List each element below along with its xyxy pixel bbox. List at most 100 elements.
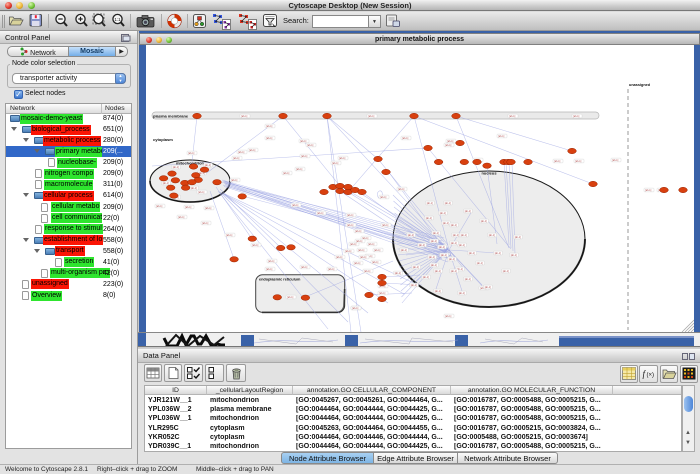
svg-text:[ab-1]: [ab-1] — [163, 182, 169, 185]
svg-text:[ab-1]: [ab-1] — [411, 284, 417, 287]
svg-text:[ab-1]: [ab-1] — [445, 202, 451, 205]
svg-text:[ab-1]: [ab-1] — [433, 232, 439, 235]
svg-text:[ab-1]: [ab-1] — [205, 164, 211, 167]
svg-text:[ab-1]: [ab-1] — [307, 144, 313, 147]
svg-text:[ab-1]: [ab-1] — [332, 162, 338, 165]
svg-text:[ab-1]: [ab-1] — [440, 212, 446, 215]
svg-text:[ab-1]: [ab-1] — [451, 224, 457, 227]
svg-text:[ab-1]: [ab-1] — [459, 292, 465, 295]
svg-text:[ab-1]: [ab-1] — [287, 296, 293, 299]
svg-text:[ab-1]: [ab-1] — [459, 244, 465, 247]
svg-text:[ab-1]: [ab-1] — [573, 115, 579, 118]
svg-text:[ab-1]: [ab-1] — [364, 270, 370, 273]
svg-text:[ab-1]: [ab-1] — [382, 224, 388, 227]
svg-text:[ab-1]: [ab-1] — [191, 187, 197, 190]
svg-text:[ab-1]: [ab-1] — [413, 266, 419, 269]
svg-text:[ab-1]: [ab-1] — [395, 272, 401, 275]
svg-text:[ab-1]: [ab-1] — [252, 244, 258, 247]
svg-text:[ab-1]: [ab-1] — [268, 260, 274, 263]
svg-text:[ab-1]: [ab-1] — [345, 250, 351, 253]
svg-text:[ab-1]: [ab-1] — [431, 240, 437, 243]
svg-text:[ab-1]: [ab-1] — [266, 137, 272, 140]
svg-text:[ab-1]: [ab-1] — [419, 244, 425, 247]
svg-text:[ab-1]: [ab-1] — [379, 292, 385, 295]
svg-text:[ab-1]: [ab-1] — [511, 254, 517, 257]
svg-text:[ab-1]: [ab-1] — [358, 249, 364, 252]
svg-text:unassigned: unassigned — [629, 83, 651, 87]
svg-text:[ab-1]: [ab-1] — [226, 234, 232, 237]
svg-text:[ab-1]: [ab-1] — [398, 188, 404, 191]
svg-text:[ab-1]: [ab-1] — [481, 220, 487, 223]
svg-text:[ab-1]: [ab-1] — [645, 189, 651, 192]
svg-text:[ab-1]: [ab-1] — [360, 256, 366, 259]
svg-text:[ab-1]: [ab-1] — [156, 205, 162, 208]
svg-text:[ab-1]: [ab-1] — [435, 270, 441, 273]
svg-text:[ab-1]: [ab-1] — [355, 230, 361, 233]
svg-text:[ab-1]: [ab-1] — [238, 151, 244, 154]
svg-text:[ab-1]: [ab-1] — [443, 222, 449, 225]
svg-text:[ab-1]: [ab-1] — [445, 144, 451, 147]
svg-text:[ab-1]: [ab-1] — [300, 140, 306, 143]
svg-text:[ab-1]: [ab-1] — [356, 240, 362, 243]
svg-text:cytoplasm: cytoplasm — [153, 137, 173, 142]
svg-text:[ab-1]: [ab-1] — [266, 125, 272, 128]
svg-text:[ab-1]: [ab-1] — [447, 140, 453, 143]
svg-text:(×): (×) — [647, 373, 655, 379]
svg-text:[ab-1]: [ab-1] — [503, 270, 509, 273]
svg-text:[ab-1]: [ab-1] — [423, 276, 429, 279]
svg-text:[ab-1]: [ab-1] — [198, 191, 204, 194]
svg-text:[ab-1]: [ab-1] — [435, 290, 441, 293]
svg-text:[ab-1]: [ab-1] — [408, 234, 414, 237]
svg-text:[ab-1]: [ab-1] — [515, 236, 521, 239]
svg-text:plasma membrane: plasma membrane — [153, 114, 189, 119]
svg-text:[ab-1]: [ab-1] — [439, 246, 445, 249]
svg-text:[ab-1]: [ab-1] — [266, 268, 272, 271]
svg-text:[ab-1]: [ab-1] — [380, 196, 386, 199]
svg-text:[ab-1]: [ab-1] — [347, 214, 353, 217]
svg-text:[ab-1]: [ab-1] — [231, 179, 237, 182]
svg-text:[ab-1]: [ab-1] — [292, 204, 298, 207]
svg-text:[ab-1]: [ab-1] — [429, 256, 435, 259]
svg-text:[ab-1]: [ab-1] — [495, 252, 501, 255]
svg-text:[ab-1]: [ab-1] — [426, 217, 432, 220]
svg-text:[ab-1]: [ab-1] — [402, 137, 408, 140]
svg-text:[ab-1]: [ab-1] — [372, 261, 378, 264]
svg-text:[ab-1]: [ab-1] — [427, 202, 433, 205]
svg-text:[ab-1]: [ab-1] — [205, 207, 211, 210]
svg-text:[ab-1]: [ab-1] — [317, 212, 323, 215]
svg-text:[ab-1]: [ab-1] — [449, 258, 455, 261]
svg-text:[ab-1]: [ab-1] — [453, 234, 459, 237]
svg-text:[ab-1]: [ab-1] — [350, 243, 356, 246]
svg-text:[ab-1]: [ab-1] — [489, 234, 495, 237]
svg-text:[ab-1]: [ab-1] — [485, 286, 491, 289]
svg-text:[ab-1]: [ab-1] — [339, 157, 345, 160]
svg-text:[ab-1]: [ab-1] — [301, 266, 307, 269]
svg-text:[ab-1]: [ab-1] — [249, 149, 255, 152]
svg-text:[ab-1]: [ab-1] — [347, 224, 353, 227]
svg-text:[ab-1]: [ab-1] — [509, 115, 515, 118]
svg-text:endoplasmic reticulum: endoplasmic reticulum — [259, 278, 301, 282]
svg-text:[ab-1]: [ab-1] — [401, 249, 407, 252]
svg-text:[ab-1]: [ab-1] — [465, 210, 471, 213]
svg-text:[ab-1]: [ab-1] — [465, 278, 471, 281]
svg-text:[ab-1]: [ab-1] — [336, 256, 342, 259]
svg-text:[ab-1]: [ab-1] — [296, 168, 302, 171]
svg-text:[ab-1]: [ab-1] — [368, 243, 374, 246]
svg-text:[ab-1]: [ab-1] — [241, 115, 247, 118]
svg-text:[ab-1]: [ab-1] — [233, 157, 239, 160]
svg-text:[ab-1]: [ab-1] — [441, 254, 447, 257]
svg-text:[ab-1]: [ab-1] — [173, 166, 179, 169]
svg-text:[ab-1]: [ab-1] — [445, 315, 451, 318]
svg-text:nucleus: nucleus — [481, 171, 497, 176]
svg-text:[ab-1]: [ab-1] — [554, 160, 560, 163]
svg-text:[ab-1]: [ab-1] — [451, 242, 457, 245]
svg-text:[ab-1]: [ab-1] — [498, 135, 504, 138]
svg-text:[ab-1]: [ab-1] — [612, 159, 618, 162]
svg-text:[ab-1]: [ab-1] — [374, 249, 380, 252]
svg-text:[ab-1]: [ab-1] — [188, 152, 194, 155]
svg-text:[ab-1]: [ab-1] — [575, 160, 581, 163]
svg-text:[ab-1]: [ab-1] — [283, 172, 289, 175]
svg-text:[ab-1]: [ab-1] — [202, 222, 208, 225]
svg-text:[ab-1]: [ab-1] — [477, 262, 483, 265]
svg-text:[ab-1]: [ab-1] — [354, 262, 360, 265]
